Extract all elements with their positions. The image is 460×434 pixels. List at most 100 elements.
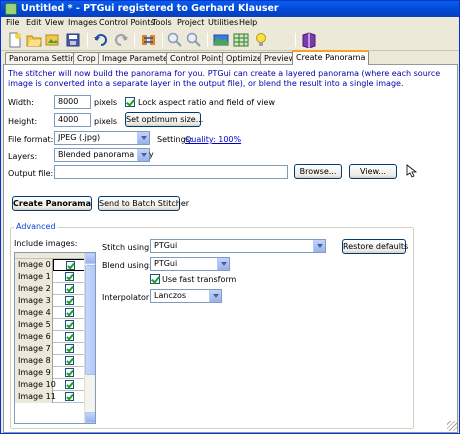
table-row[interactable]: Image 4	[15, 307, 85, 319]
redo-icon[interactable]	[113, 32, 129, 48]
include-cell[interactable]	[53, 367, 85, 379]
lightbulb-icon[interactable]	[253, 32, 269, 48]
include-checkbox[interactable]	[65, 320, 74, 329]
include-checkbox[interactable]	[65, 332, 74, 341]
menu-tools[interactable]: Tools	[152, 18, 172, 27]
table-row[interactable]: Image 3	[15, 295, 85, 307]
menu-help[interactable]: Help	[239, 18, 257, 27]
tab-create-panorama[interactable]: Create Panorama	[292, 50, 370, 65]
width-input[interactable]: 8000	[54, 95, 91, 109]
quality-link[interactable]: Quality: 100%	[185, 135, 241, 144]
zoom-in-icon[interactable]	[167, 32, 183, 48]
toolbar-separator	[162, 33, 163, 47]
table-row[interactable]: Image 8	[15, 355, 85, 367]
table-row[interactable]: Image 7	[15, 343, 85, 355]
toolbar: 123	[1, 29, 459, 74]
layers-select[interactable]: Blended panorama only	[54, 148, 154, 162]
menu-edit[interactable]: Edit	[26, 18, 42, 27]
include-checkbox[interactable]	[65, 344, 74, 353]
browse-button[interactable]: Browse...	[294, 164, 342, 179]
create-panorama-button[interactable]: Create Panorama	[12, 196, 92, 211]
open-images-icon[interactable]	[45, 32, 61, 48]
table-row[interactable]: Image 2	[15, 283, 85, 295]
output-file-input[interactable]	[54, 165, 288, 179]
table-row[interactable]: Image 10	[15, 379, 85, 391]
image-name: Image 10	[15, 379, 56, 391]
chevron-down-icon[interactable]	[137, 149, 149, 161]
toolbar-separator	[295, 33, 296, 47]
interpolator-select[interactable]: Lanczos	[150, 289, 222, 303]
open-icon[interactable]	[26, 32, 42, 48]
undo-icon[interactable]	[93, 32, 109, 48]
restore-defaults-button[interactable]: Restore defaults	[342, 239, 408, 254]
send-to-batch-button[interactable]: Send to Batch Stitcher	[98, 196, 189, 211]
include-checkbox[interactable]	[65, 308, 74, 317]
table-row[interactable]: Image 5	[15, 319, 85, 331]
main-window: Untitled * - PTGui registered to Gerhard…	[0, 0, 460, 434]
include-cell[interactable]	[53, 259, 85, 271]
menu-bar: File Edit View Images Control Points Too…	[1, 17, 459, 29]
include-checkbox[interactable]	[65, 296, 74, 305]
lock-aspect-label: Lock aspect ratio and field of view	[138, 98, 275, 107]
tab-control-points[interactable]: Control Points	[166, 52, 230, 64]
menu-file[interactable]: File	[6, 18, 19, 27]
table-row[interactable]: Image 1	[15, 271, 85, 283]
include-checkbox[interactable]	[65, 380, 74, 389]
chevron-down-icon[interactable]	[313, 240, 325, 252]
grid-scrollbar[interactable]	[84, 253, 95, 423]
stitch-using-select[interactable]: PTGui	[150, 239, 326, 253]
panorama-editor-icon[interactable]	[213, 32, 229, 48]
include-checkbox[interactable]	[66, 261, 75, 270]
scroll-up-icon[interactable]	[85, 253, 95, 264]
include-cell[interactable]	[53, 271, 85, 283]
include-checkbox[interactable]	[65, 284, 74, 293]
include-cell[interactable]	[53, 355, 85, 367]
include-cell[interactable]	[53, 331, 85, 343]
file-format-select[interactable]: JPEG (.jpg)	[54, 131, 150, 145]
resize-grip[interactable]	[447, 421, 457, 431]
scroll-down-icon[interactable]	[85, 412, 95, 423]
include-checkbox[interactable]	[65, 356, 74, 365]
book-icon[interactable]	[301, 32, 317, 48]
fast-transform-checkbox[interactable]	[150, 274, 160, 284]
menu-utilities[interactable]: Utilities	[208, 18, 238, 27]
include-cell[interactable]	[53, 343, 85, 355]
menu-images[interactable]: Images	[68, 18, 97, 27]
save-icon[interactable]	[65, 32, 81, 48]
view-button[interactable]: View...	[349, 164, 397, 179]
include-checkbox[interactable]	[65, 368, 74, 377]
new-project-icon[interactable]	[7, 32, 23, 48]
set-optimum-size-button[interactable]: Set optimum size...	[125, 112, 203, 127]
chevron-down-icon[interactable]	[137, 132, 149, 144]
include-checkbox[interactable]	[65, 392, 74, 401]
table-row[interactable]: Image 0	[15, 259, 85, 271]
title-bar[interactable]: Untitled * - PTGui registered to Gerhard…	[1, 1, 459, 17]
table-icon[interactable]	[233, 32, 249, 48]
chevron-down-icon[interactable]	[217, 258, 229, 270]
zoom-out-icon[interactable]	[186, 32, 202, 48]
blend-using-select[interactable]: PTGui	[150, 257, 230, 271]
include-checkbox[interactable]	[65, 272, 74, 281]
advanced-title: Advanced	[14, 222, 58, 231]
stitch-using-label: Stitch using:	[102, 243, 152, 252]
chevron-down-icon[interactable]	[209, 290, 221, 302]
height-input[interactable]: 4000	[54, 113, 91, 127]
include-cell[interactable]	[53, 391, 85, 403]
blend-using-value: PTGui	[154, 259, 178, 268]
include-cell[interactable]	[53, 319, 85, 331]
include-cell[interactable]	[53, 307, 85, 319]
menu-control-points[interactable]: Control Points	[99, 18, 155, 27]
table-row[interactable]: Image 11	[15, 391, 85, 403]
lock-aspect-checkbox[interactable]	[125, 97, 135, 107]
table-row[interactable]: Image 6	[15, 331, 85, 343]
include-cell[interactable]	[53, 295, 85, 307]
menu-project[interactable]: Project	[177, 18, 204, 27]
control-points-icon[interactable]	[141, 32, 157, 48]
table-row[interactable]: Image 9	[15, 367, 85, 379]
tab-crop[interactable]: Crop	[73, 52, 100, 64]
include-cell[interactable]	[53, 379, 85, 391]
include-images-grid: Image 0 Image 1 Image 2 Image 3 Image 4 …	[14, 252, 96, 424]
include-cell[interactable]	[53, 283, 85, 295]
scroll-thumb[interactable]	[85, 265, 95, 375]
menu-view[interactable]: View	[45, 18, 64, 27]
